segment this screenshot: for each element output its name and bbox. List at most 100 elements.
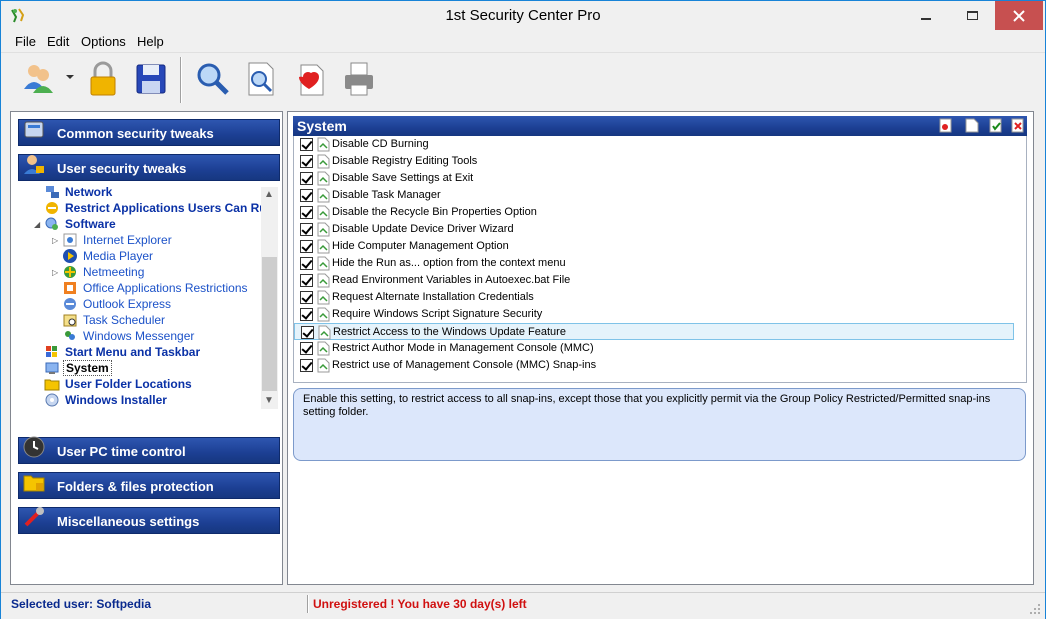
users-dropdown-arrow[interactable] <box>66 75 74 79</box>
policy-icon <box>318 325 331 340</box>
minimize-button[interactable] <box>903 1 949 30</box>
policy-icon <box>317 154 330 169</box>
tweaks-icon <box>24 121 44 138</box>
lock-icon[interactable] <box>83 59 123 99</box>
option-row[interactable]: Restrict Author Mode in Management Conso… <box>294 340 1014 357</box>
option-checkbox[interactable] <box>300 240 313 253</box>
policy-icon <box>317 222 330 237</box>
scroll-up-icon[interactable]: ▲ <box>264 189 274 200</box>
section-title: System <box>297 118 347 134</box>
find-icon[interactable] <box>241 59 281 99</box>
status-separator <box>307 595 309 613</box>
title-bar: 1st Security Center Pro <box>1 1 1045 31</box>
option-row[interactable]: Disable Save Settings at Exit <box>294 170 1014 187</box>
option-checkbox[interactable] <box>300 257 313 270</box>
search-icon[interactable] <box>193 59 233 99</box>
close-icon <box>1013 9 1025 22</box>
option-row[interactable]: Disable CD Burning <box>294 136 1014 153</box>
category-time-control[interactable]: User PC time control <box>18 436 280 464</box>
category-common-tweaks[interactable]: Common security tweaks <box>18 119 280 146</box>
toolbar-separator <box>180 57 182 103</box>
option-row[interactable]: Request Alternate Installation Credentia… <box>294 289 1014 306</box>
option-checkbox[interactable] <box>300 359 313 372</box>
menu-help[interactable]: Help <box>137 34 164 49</box>
option-row[interactable]: Disable Registry Editing Tools <box>294 153 1014 170</box>
resize-grip-icon[interactable] <box>1029 603 1041 615</box>
policy-icon <box>317 273 330 288</box>
options-panel: System Disable CD Burning Disable Regist… <box>287 111 1034 585</box>
option-row[interactable]: Disable the Recycle Bin Properties Optio… <box>294 204 1014 221</box>
tree-scrollbar[interactable]: ▲ ▼ <box>261 187 278 409</box>
policy-icon <box>317 239 330 254</box>
option-description: Enable this setting, to restrict access … <box>293 388 1026 461</box>
new-icon[interactable] <box>965 118 979 133</box>
folder-lock-icon <box>23 475 45 492</box>
installer-icon <box>45 393 59 407</box>
category-user-tweaks[interactable]: User security tweaks <box>18 154 280 181</box>
heart-icon[interactable] <box>291 59 331 99</box>
option-row[interactable]: Restrict use of Management Console (MMC)… <box>294 357 1014 374</box>
category-label: User PC time control <box>57 444 186 459</box>
menu-edit[interactable]: Edit <box>47 34 69 49</box>
category-panel: Common security tweaks User security twe… <box>10 111 283 585</box>
category-folders-protection[interactable]: Folders & files protection <box>18 472 280 499</box>
category-label: Folders & files protection <box>57 479 214 494</box>
close-button[interactable] <box>995 1 1043 30</box>
windows-messenger-icon <box>65 331 75 340</box>
scrollbar-thumb[interactable] <box>262 257 277 391</box>
option-row[interactable]: Disable Task Manager <box>294 187 1014 204</box>
maximize-button[interactable] <box>949 1 995 30</box>
option-row[interactable]: Disable Update Device Driver Wizard <box>294 221 1014 238</box>
window-title: 1st Security Center Pro <box>445 7 601 24</box>
option-checkbox[interactable] <box>300 342 313 355</box>
option-row[interactable]: Read Environment Variables in Autoexec.b… <box>294 272 1014 289</box>
option-row[interactable]: Require Windows Script Signature Securit… <box>294 306 1014 323</box>
option-checkbox[interactable] <box>300 206 313 219</box>
office-icon <box>64 282 76 294</box>
menu-bar: File Edit Options Help <box>1 31 1045 52</box>
toolbar <box>1 52 1045 106</box>
expand-arrow-icon[interactable]: ▷ <box>52 236 58 245</box>
option-checkbox[interactable] <box>300 274 313 287</box>
print-icon[interactable] <box>339 59 379 99</box>
option-checkbox[interactable] <box>301 326 314 339</box>
menu-options[interactable]: Options <box>81 34 126 49</box>
minimize-icon <box>921 17 931 20</box>
policy-icon <box>317 341 330 356</box>
options-list: Disable CD Burning Disable Registry Edit… <box>293 136 1027 383</box>
category-label: Common security tweaks <box>57 126 214 141</box>
expand-arrow-icon[interactable]: ▷ <box>52 268 58 277</box>
save-icon[interactable] <box>131 59 171 99</box>
task-scheduler-icon <box>63 314 77 327</box>
clear-icon[interactable] <box>1011 118 1025 133</box>
users-icon[interactable] <box>19 59 59 99</box>
media-player-icon <box>63 249 77 263</box>
option-row-selected[interactable]: Restrict Access to the Windows Update Fe… <box>294 323 1014 340</box>
option-checkbox[interactable] <box>300 223 313 236</box>
policy-icon <box>317 205 330 220</box>
policy-icon <box>317 171 330 186</box>
status-bar: Selected user: Softpedia Unregistered ! … <box>1 592 1045 619</box>
export-icon[interactable] <box>939 118 953 133</box>
option-checkbox[interactable] <box>300 155 313 168</box>
policy-icon <box>317 290 330 305</box>
option-checkbox[interactable] <box>300 308 313 321</box>
option-row[interactable]: Hide the Run as... option from the conte… <box>294 255 1014 272</box>
check-icon[interactable] <box>989 118 1003 133</box>
option-row[interactable]: Hide Computer Management Option <box>294 238 1014 255</box>
collapse-arrow-icon[interactable]: ◢ <box>34 220 40 229</box>
policy-icon <box>317 307 330 322</box>
section-header: System <box>293 116 1027 136</box>
policy-icon <box>317 188 330 203</box>
app-window: 1st Security Center Pro File Edit Option… <box>0 0 1046 619</box>
menu-file[interactable]: File <box>15 34 36 49</box>
policy-icon <box>317 256 330 271</box>
clock-icon <box>23 436 45 458</box>
option-checkbox[interactable] <box>300 189 313 202</box>
tools-icon <box>24 507 44 527</box>
option-checkbox[interactable] <box>300 172 313 185</box>
option-checkbox[interactable] <box>300 138 313 151</box>
category-misc-settings[interactable]: Miscellaneous settings <box>18 507 280 534</box>
option-checkbox[interactable] <box>300 291 313 304</box>
scroll-down-icon[interactable]: ▼ <box>264 395 274 406</box>
